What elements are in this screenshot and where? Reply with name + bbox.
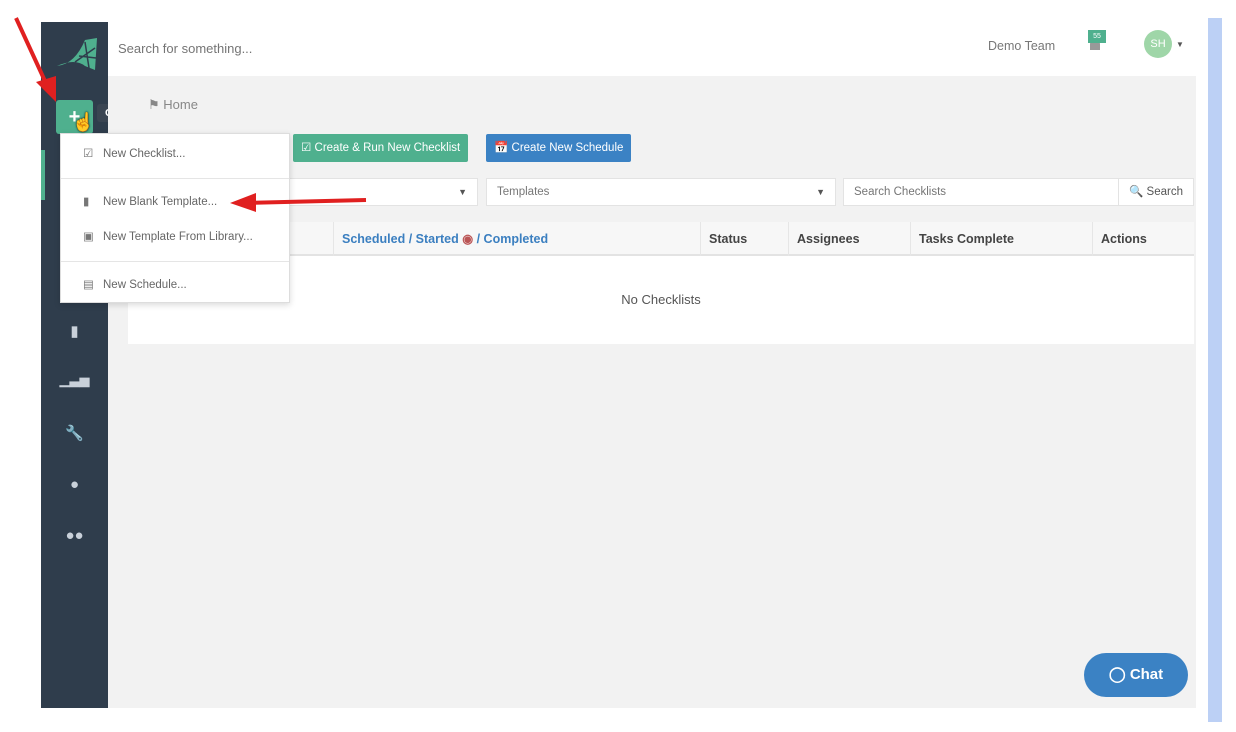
- column-status[interactable]: Status: [700, 222, 788, 256]
- chat-bubble-icon: ◯: [1108, 666, 1126, 683]
- column-assignees[interactable]: Assignees: [788, 222, 910, 256]
- wrench-icon[interactable]: 🔧: [41, 424, 108, 442]
- home-icon: ⚑: [148, 97, 160, 112]
- column-actions: Actions: [1092, 222, 1194, 256]
- chevron-down-icon[interactable]: ▼: [1176, 40, 1184, 49]
- menu-item-new-template-from-library[interactable]: ▣ New Template From Library...: [61, 225, 289, 249]
- divider: [61, 261, 289, 262]
- avatar[interactable]: SH: [1144, 30, 1172, 58]
- cursor-hand-icon: ☝: [72, 112, 95, 132]
- scrollbar[interactable]: [1208, 18, 1222, 722]
- breadcrumb-home[interactable]: Home: [163, 97, 198, 112]
- create-run-checklist-button[interactable]: ☑ Create & Run New Checklist: [293, 134, 469, 162]
- menu-item-new-checklist[interactable]: ☑ New Checklist...: [61, 142, 289, 166]
- active-indicator: [41, 150, 45, 200]
- bar-chart-icon[interactable]: ▁▃▅: [41, 372, 108, 388]
- chat-button[interactable]: ◯ Chat: [1084, 653, 1188, 697]
- select-value: Templates: [497, 186, 550, 198]
- caret-icon: ▼: [816, 187, 825, 197]
- breadcrumb[interactable]: ⚑ Home: [148, 97, 198, 113]
- calendar-icon: 📅: [494, 142, 509, 154]
- search-checklists-input[interactable]: [843, 178, 1119, 206]
- book-icon[interactable]: ▮: [41, 322, 108, 340]
- calendar-icon: ▤: [83, 279, 94, 291]
- menu-item-new-schedule[interactable]: ▤ New Schedule...: [61, 273, 289, 297]
- column-tasks-complete[interactable]: Tasks Complete: [910, 222, 1092, 256]
- menu-item-new-blank-template[interactable]: ▮ New Blank Template...: [61, 190, 289, 214]
- templates-select[interactable]: Templates ▼: [486, 178, 836, 206]
- caret-icon: ▼: [458, 187, 467, 197]
- divider: [61, 178, 289, 179]
- team-name[interactable]: Demo Team: [988, 39, 1055, 53]
- started-icon: ◉: [462, 232, 474, 246]
- top-header: Demo Team 55 SH ▼: [108, 22, 1196, 76]
- button-label: Create New Schedule: [511, 142, 624, 154]
- global-search-input[interactable]: [118, 36, 518, 60]
- button-label: Create & Run New Checklist: [314, 142, 461, 154]
- chat-label: Chat: [1129, 666, 1164, 683]
- bell-icon[interactable]: 55: [1086, 30, 1106, 54]
- checkbox-icon: ☑: [83, 148, 94, 160]
- user-icon[interactable]: ●: [41, 476, 108, 493]
- search-icon: 🔍: [1129, 186, 1144, 198]
- button-label: Search: [1146, 186, 1183, 198]
- search-button[interactable]: 🔍 Search: [1118, 178, 1194, 206]
- column-scheduled[interactable]: Scheduled / Started ◉ / Completed: [333, 222, 700, 256]
- users-icon[interactable]: ●●: [41, 527, 108, 544]
- logo: [57, 38, 97, 70]
- notification-badge: 55: [1088, 30, 1106, 43]
- create-schedule-button[interactable]: 📅 Create New Schedule: [486, 134, 632, 162]
- checkbox-icon: ☑: [301, 142, 312, 154]
- file-icon: ▮: [83, 196, 90, 208]
- create-dropdown-menu: ☑ New Checklist... ▮ New Blank Template...…: [60, 133, 290, 303]
- library-icon: ▣: [83, 231, 94, 243]
